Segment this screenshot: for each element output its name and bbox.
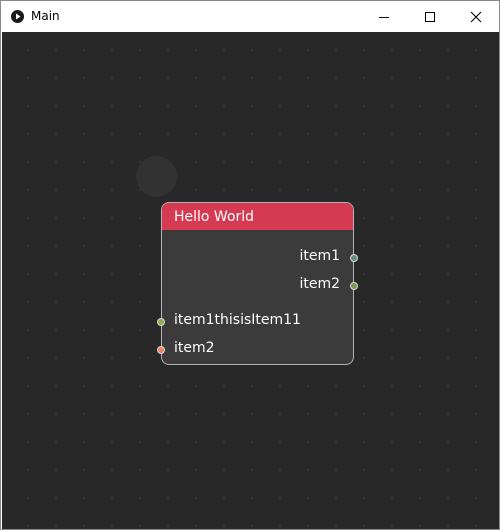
minimize-icon [379, 17, 389, 18]
node-header[interactable]: Hello World [162, 203, 353, 230]
main-window: Main Hello World item1 item2 item1thisis… [0, 0, 500, 530]
title-bar[interactable]: Main [1, 1, 499, 32]
input-port-item2[interactable] [157, 346, 165, 354]
minimize-button[interactable] [361, 1, 407, 32]
output-port-item2[interactable] [350, 282, 358, 290]
node-canvas[interactable]: Hello World item1 item2 item1thisisItem1… [2, 32, 499, 529]
close-button[interactable] [453, 1, 499, 32]
output-port-label-item1: item1 [299, 248, 340, 264]
window-title: Main [31, 9, 60, 23]
output-port-item1[interactable] [350, 254, 358, 262]
input-port-item1[interactable] [157, 318, 165, 326]
maximize-icon [425, 12, 435, 22]
hello-world-node[interactable]: Hello World item1 item2 item1thisisItem1… [157, 202, 358, 365]
output-port-label-item2: item2 [299, 276, 340, 292]
maximize-button[interactable] [407, 1, 453, 32]
node-title: Hello World [174, 209, 255, 225]
play-circle-icon [11, 10, 24, 23]
input-port-label-item2: item2 [174, 340, 215, 356]
close-icon [470, 11, 482, 23]
input-port-label-item1: item1thisisItem11 [174, 312, 301, 328]
cursor-highlight [136, 156, 177, 197]
